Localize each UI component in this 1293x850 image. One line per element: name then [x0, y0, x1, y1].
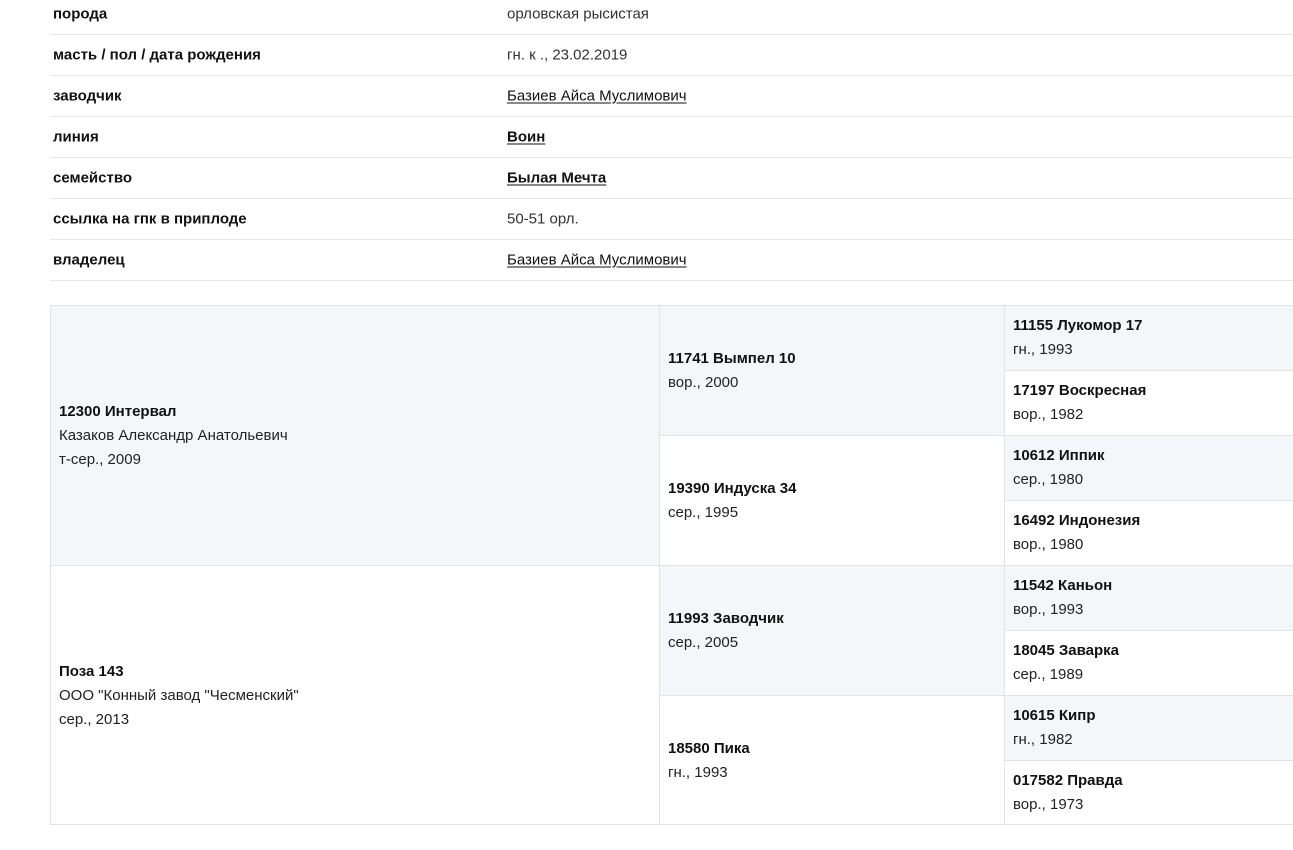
pedigree-cell-gen3[interactable]: 017582 Правда вор., 1973 [1005, 761, 1293, 825]
family-value: Былая Мечта [507, 170, 606, 187]
gpk-ref-label: ссылка на гпк в приплоде [53, 210, 247, 228]
sire-sire-details: вор., 2000 [668, 373, 739, 391]
family-label: семейство [53, 169, 133, 187]
dam-name[interactable]: Поза 143 [59, 660, 659, 684]
dam-dam-details: гн., 1993 [668, 763, 728, 781]
line-label: линия [53, 128, 99, 146]
pedigree-cell-gen3[interactable]: 17197 Воскресная вор., 1982 [1005, 371, 1293, 436]
pedigree-cell-sire[interactable]: 12300 Интервал Казаков Александр Анатоль… [51, 306, 660, 566]
dam-details: сер., 2013 [59, 710, 130, 728]
gen3-details: гн., 1982 [1013, 731, 1073, 748]
pedigree-cell-dam-sire[interactable]: 11993 Заводчик сер., 2005 [660, 566, 1005, 696]
gen3-name[interactable]: 16492 Индонезия [1013, 509, 1293, 533]
info-row-line: линия Воин [50, 117, 1293, 158]
gen3-details: гн., 1993 [1013, 341, 1073, 358]
gen3-name[interactable]: 017582 Правда [1013, 769, 1293, 793]
sire-sire-name[interactable]: 11741 Вымпел 10 [668, 347, 1004, 371]
gen3-details: вор., 1973 [1013, 796, 1084, 813]
horse-info-table: порода орловская рысистая масть / пол / … [50, 0, 1293, 281]
pedigree-cell-dam-dam[interactable]: 18580 Пика гн., 1993 [660, 696, 1005, 825]
gen3-details: вор., 1982 [1013, 406, 1084, 423]
breed-value: орловская рысистая [507, 5, 649, 23]
pedigree-cell-gen3[interactable]: 10615 Кипр гн., 1982 [1005, 696, 1293, 761]
info-row-owner: владелец Базиев Айса Муслимович [50, 240, 1293, 281]
sire-name[interactable]: 12300 Интервал [59, 400, 659, 424]
sire-owner: Казаков Александр Анатольевич [59, 426, 288, 444]
gen3-name[interactable]: 10615 Кипр [1013, 704, 1293, 728]
pedigree-cell-gen3[interactable]: 11155 Лукомор 17 гн., 1993 [1005, 306, 1293, 371]
pedigree-cell-sire-sire[interactable]: 11741 Вымпел 10 вор., 2000 [660, 306, 1005, 436]
gen3-details: сер., 1980 [1013, 471, 1084, 488]
owner-label: владелец [53, 251, 125, 269]
pedigree-cell-sire-dam[interactable]: 19390 Индуска 34 сер., 1995 [660, 436, 1005, 566]
breeder-link[interactable]: Базиев Айса Муслимович [507, 88, 687, 105]
owner-link[interactable]: Базиев Айса Муслимович [507, 252, 687, 269]
gen3-name[interactable]: 10612 Иппик [1013, 444, 1293, 468]
breeder-value: Базиев Айса Муслимович [507, 88, 687, 105]
gen3-name[interactable]: 11155 Лукомор 17 [1013, 314, 1293, 338]
color-sex-dob-value: гн. к ., 23.02.2019 [507, 46, 628, 64]
info-row-color-sex-dob: масть / пол / дата рождения гн. к ., 23.… [50, 35, 1293, 76]
line-value: Воин [507, 129, 545, 146]
pedigree-cell-gen3[interactable]: 10612 Иппик сер., 1980 [1005, 436, 1293, 501]
gen3-name[interactable]: 17197 Воскресная [1013, 379, 1293, 403]
line-link[interactable]: Воин [507, 129, 545, 146]
dam-owner: ООО "Конный завод "Чесменский" [59, 686, 299, 704]
gen3-details: вор., 1993 [1013, 601, 1084, 618]
gen3-details: вор., 1980 [1013, 536, 1084, 553]
dam-sire-details: сер., 2005 [668, 633, 739, 651]
pedigree-cell-dam[interactable]: Поза 143 ООО "Конный завод "Чесменский" … [51, 566, 660, 825]
dam-sire-name[interactable]: 11993 Заводчик [668, 607, 1004, 631]
sire-dam-name[interactable]: 19390 Индуска 34 [668, 477, 1004, 501]
owner-value: Базиев Айса Муслимович [507, 252, 687, 269]
dam-dam-name[interactable]: 18580 Пика [668, 737, 1004, 761]
info-row-family: семейство Былая Мечта [50, 158, 1293, 199]
family-link[interactable]: Былая Мечта [507, 170, 606, 187]
pedigree-cell-gen3[interactable]: 18045 Заварка сер., 1989 [1005, 631, 1293, 696]
info-row-breeder: заводчик Базиев Айса Муслимович [50, 76, 1293, 117]
pedigree-cell-gen3[interactable]: 16492 Индонезия вор., 1980 [1005, 501, 1293, 566]
info-row-breed: порода орловская рысистая [50, 0, 1293, 35]
sire-dam-details: сер., 1995 [668, 503, 739, 521]
pedigree-table: 12300 Интервал Казаков Александр Анатоль… [50, 305, 1293, 825]
sire-details: т-сер., 2009 [59, 450, 141, 468]
info-row-gpk-ref: ссылка на гпк в приплоде 50-51 орл. [50, 199, 1293, 240]
color-sex-dob-label: масть / пол / дата рождения [53, 46, 261, 64]
pedigree-cell-gen3[interactable]: 11542 Каньон вор., 1993 [1005, 566, 1293, 631]
breed-label: порода [53, 5, 108, 23]
gen3-details: сер., 1989 [1013, 666, 1084, 683]
gen3-name[interactable]: 18045 Заварка [1013, 639, 1293, 663]
gpk-ref-value: 50-51 орл. [507, 210, 579, 228]
gen3-name[interactable]: 11542 Каньон [1013, 574, 1293, 598]
breeder-label: заводчик [53, 87, 122, 105]
